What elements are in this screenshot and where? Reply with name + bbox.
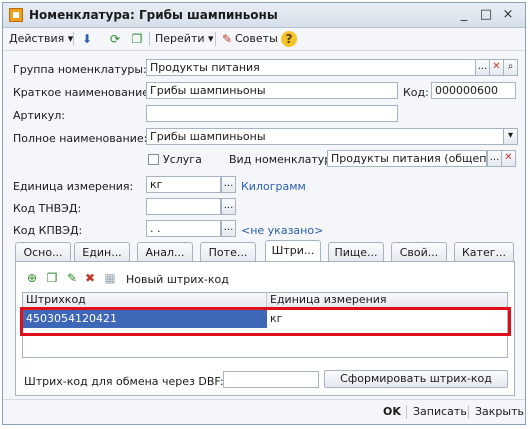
new-barcode-button[interactable]: Новый штрих-код bbox=[126, 273, 229, 286]
toolbar: Действия ▾ ⬇ ⟳ ❐ Перейти ▾ ✎ Советы ? bbox=[3, 28, 525, 51]
close-window-button[interactable]: × bbox=[499, 6, 517, 24]
save-to-icon[interactable]: ⬇ bbox=[79, 31, 95, 47]
footer: OK Записать Закрыть bbox=[3, 399, 525, 424]
actions-label: Действия bbox=[9, 32, 65, 45]
footer-separator bbox=[406, 405, 407, 419]
code-field[interactable]: 000000600 bbox=[431, 82, 516, 99]
kind-clear-icon[interactable]: ✕ bbox=[501, 150, 516, 167]
article-field[interactable] bbox=[146, 105, 398, 122]
short-name-label: Краткое наименование: bbox=[13, 86, 153, 99]
tab-properties[interactable]: Свой... bbox=[391, 242, 447, 262]
tab-analytics[interactable]: Анал... bbox=[137, 242, 193, 262]
save-button[interactable]: Записать bbox=[413, 405, 467, 418]
window-title: Номенклатура: Грибы шампиньоны bbox=[29, 8, 278, 22]
group-select-button[interactable]: ... bbox=[475, 59, 490, 76]
tab-barcodes[interactable]: Штри... bbox=[265, 240, 321, 262]
group-label: Группа номенклатуры: bbox=[13, 63, 147, 76]
short-name-field[interactable]: Грибы шампиньоны bbox=[146, 82, 398, 99]
kind-field[interactable]: Продукты питания (общепит) bbox=[327, 150, 487, 167]
tab-basic[interactable]: Осно... bbox=[15, 242, 71, 262]
copy-icon[interactable]: ❐ bbox=[129, 31, 145, 47]
goto-menu[interactable]: Перейти ▾ bbox=[155, 31, 214, 47]
full-name-label: Полное наименование: bbox=[13, 132, 148, 145]
tab-nutrition[interactable]: Пище... bbox=[328, 242, 384, 262]
unit-select-button[interactable]: ... bbox=[221, 176, 236, 193]
full-name-field[interactable]: Грибы шампиньоны bbox=[146, 128, 504, 145]
service-label: Услуга bbox=[163, 153, 202, 166]
unit-field[interactable]: кг bbox=[146, 176, 221, 193]
code-label: Код: bbox=[403, 86, 429, 99]
copy-row-icon[interactable]: ❐ bbox=[44, 270, 60, 286]
unit-label: Единица измерения: bbox=[13, 180, 134, 193]
tnved-field[interactable] bbox=[146, 198, 221, 215]
article-label: Артикул: bbox=[13, 109, 65, 122]
minimize-button[interactable]: _ bbox=[455, 6, 473, 24]
close-button[interactable]: Закрыть bbox=[475, 405, 524, 418]
kpved-link[interactable]: <не указано> bbox=[241, 224, 323, 237]
edit-icon[interactable]: ✎ bbox=[64, 270, 80, 286]
tips-button[interactable]: Советы bbox=[235, 31, 278, 47]
highlight-frame bbox=[20, 307, 511, 336]
delete-icon[interactable]: ✖ bbox=[82, 270, 98, 286]
ok-button[interactable]: OK bbox=[383, 405, 401, 418]
dbf-field[interactable] bbox=[223, 371, 319, 388]
clear-icon[interactable]: ✕ bbox=[489, 59, 504, 76]
save-disabled-icon: ▦ bbox=[104, 271, 116, 285]
unit-link[interactable]: Килограмм bbox=[241, 180, 306, 193]
actions-menu[interactable]: Действия ▾ bbox=[9, 31, 73, 47]
refresh-icon[interactable]: ⟳ bbox=[107, 31, 123, 47]
tab-units[interactable]: Един... bbox=[74, 242, 130, 262]
kpved-label: Код КПВЭД: bbox=[13, 224, 83, 237]
barcodes-panel: ⊕ ❐ ✎ ✖ ▦ Новый штрих-код Штрихкод Едини… bbox=[15, 261, 515, 396]
column-barcode[interactable]: Штрихкод bbox=[23, 293, 267, 308]
toolbar-separator bbox=[215, 32, 216, 46]
tab-categories[interactable]: Катег... bbox=[454, 242, 514, 262]
tips-icon: ✎ bbox=[221, 32, 233, 46]
goto-label: Перейти bbox=[155, 32, 205, 45]
toolbar-separator bbox=[149, 32, 150, 46]
tnved-label: Код ТНВЭД: bbox=[13, 202, 82, 215]
nomenclature-window: Номенклатура: Грибы шампиньоны _ □ × Дей… bbox=[2, 2, 526, 425]
kpved-field[interactable]: . . bbox=[146, 220, 221, 237]
chevron-down-icon[interactable]: ▾ bbox=[503, 128, 518, 145]
document-icon bbox=[9, 8, 23, 22]
maximize-button[interactable]: □ bbox=[477, 6, 495, 24]
service-checkbox[interactable] bbox=[148, 154, 159, 165]
add-icon[interactable]: ⊕ bbox=[24, 270, 40, 286]
kpved-select-button[interactable]: ... bbox=[221, 220, 236, 237]
search-icon[interactable]: ⌕ bbox=[503, 59, 518, 76]
column-unit[interactable]: Единица измерения bbox=[267, 293, 507, 308]
toolbar-separator bbox=[73, 32, 74, 46]
help-icon[interactable]: ? bbox=[281, 31, 297, 47]
kind-select-button[interactable]: ... bbox=[487, 150, 502, 167]
title-bar: Номенклатура: Грибы шампиньоны _ □ × bbox=[3, 3, 525, 28]
dbf-label: Штрих-код для обмена через DBF: bbox=[24, 375, 224, 388]
footer-separator bbox=[468, 405, 469, 419]
tnved-select-button[interactable]: ... bbox=[221, 198, 236, 215]
generate-barcode-button[interactable]: Сформировать штрих-код bbox=[324, 370, 508, 388]
group-field[interactable]: Продукты питания bbox=[146, 59, 476, 76]
tab-losses[interactable]: Поте... bbox=[200, 242, 256, 262]
